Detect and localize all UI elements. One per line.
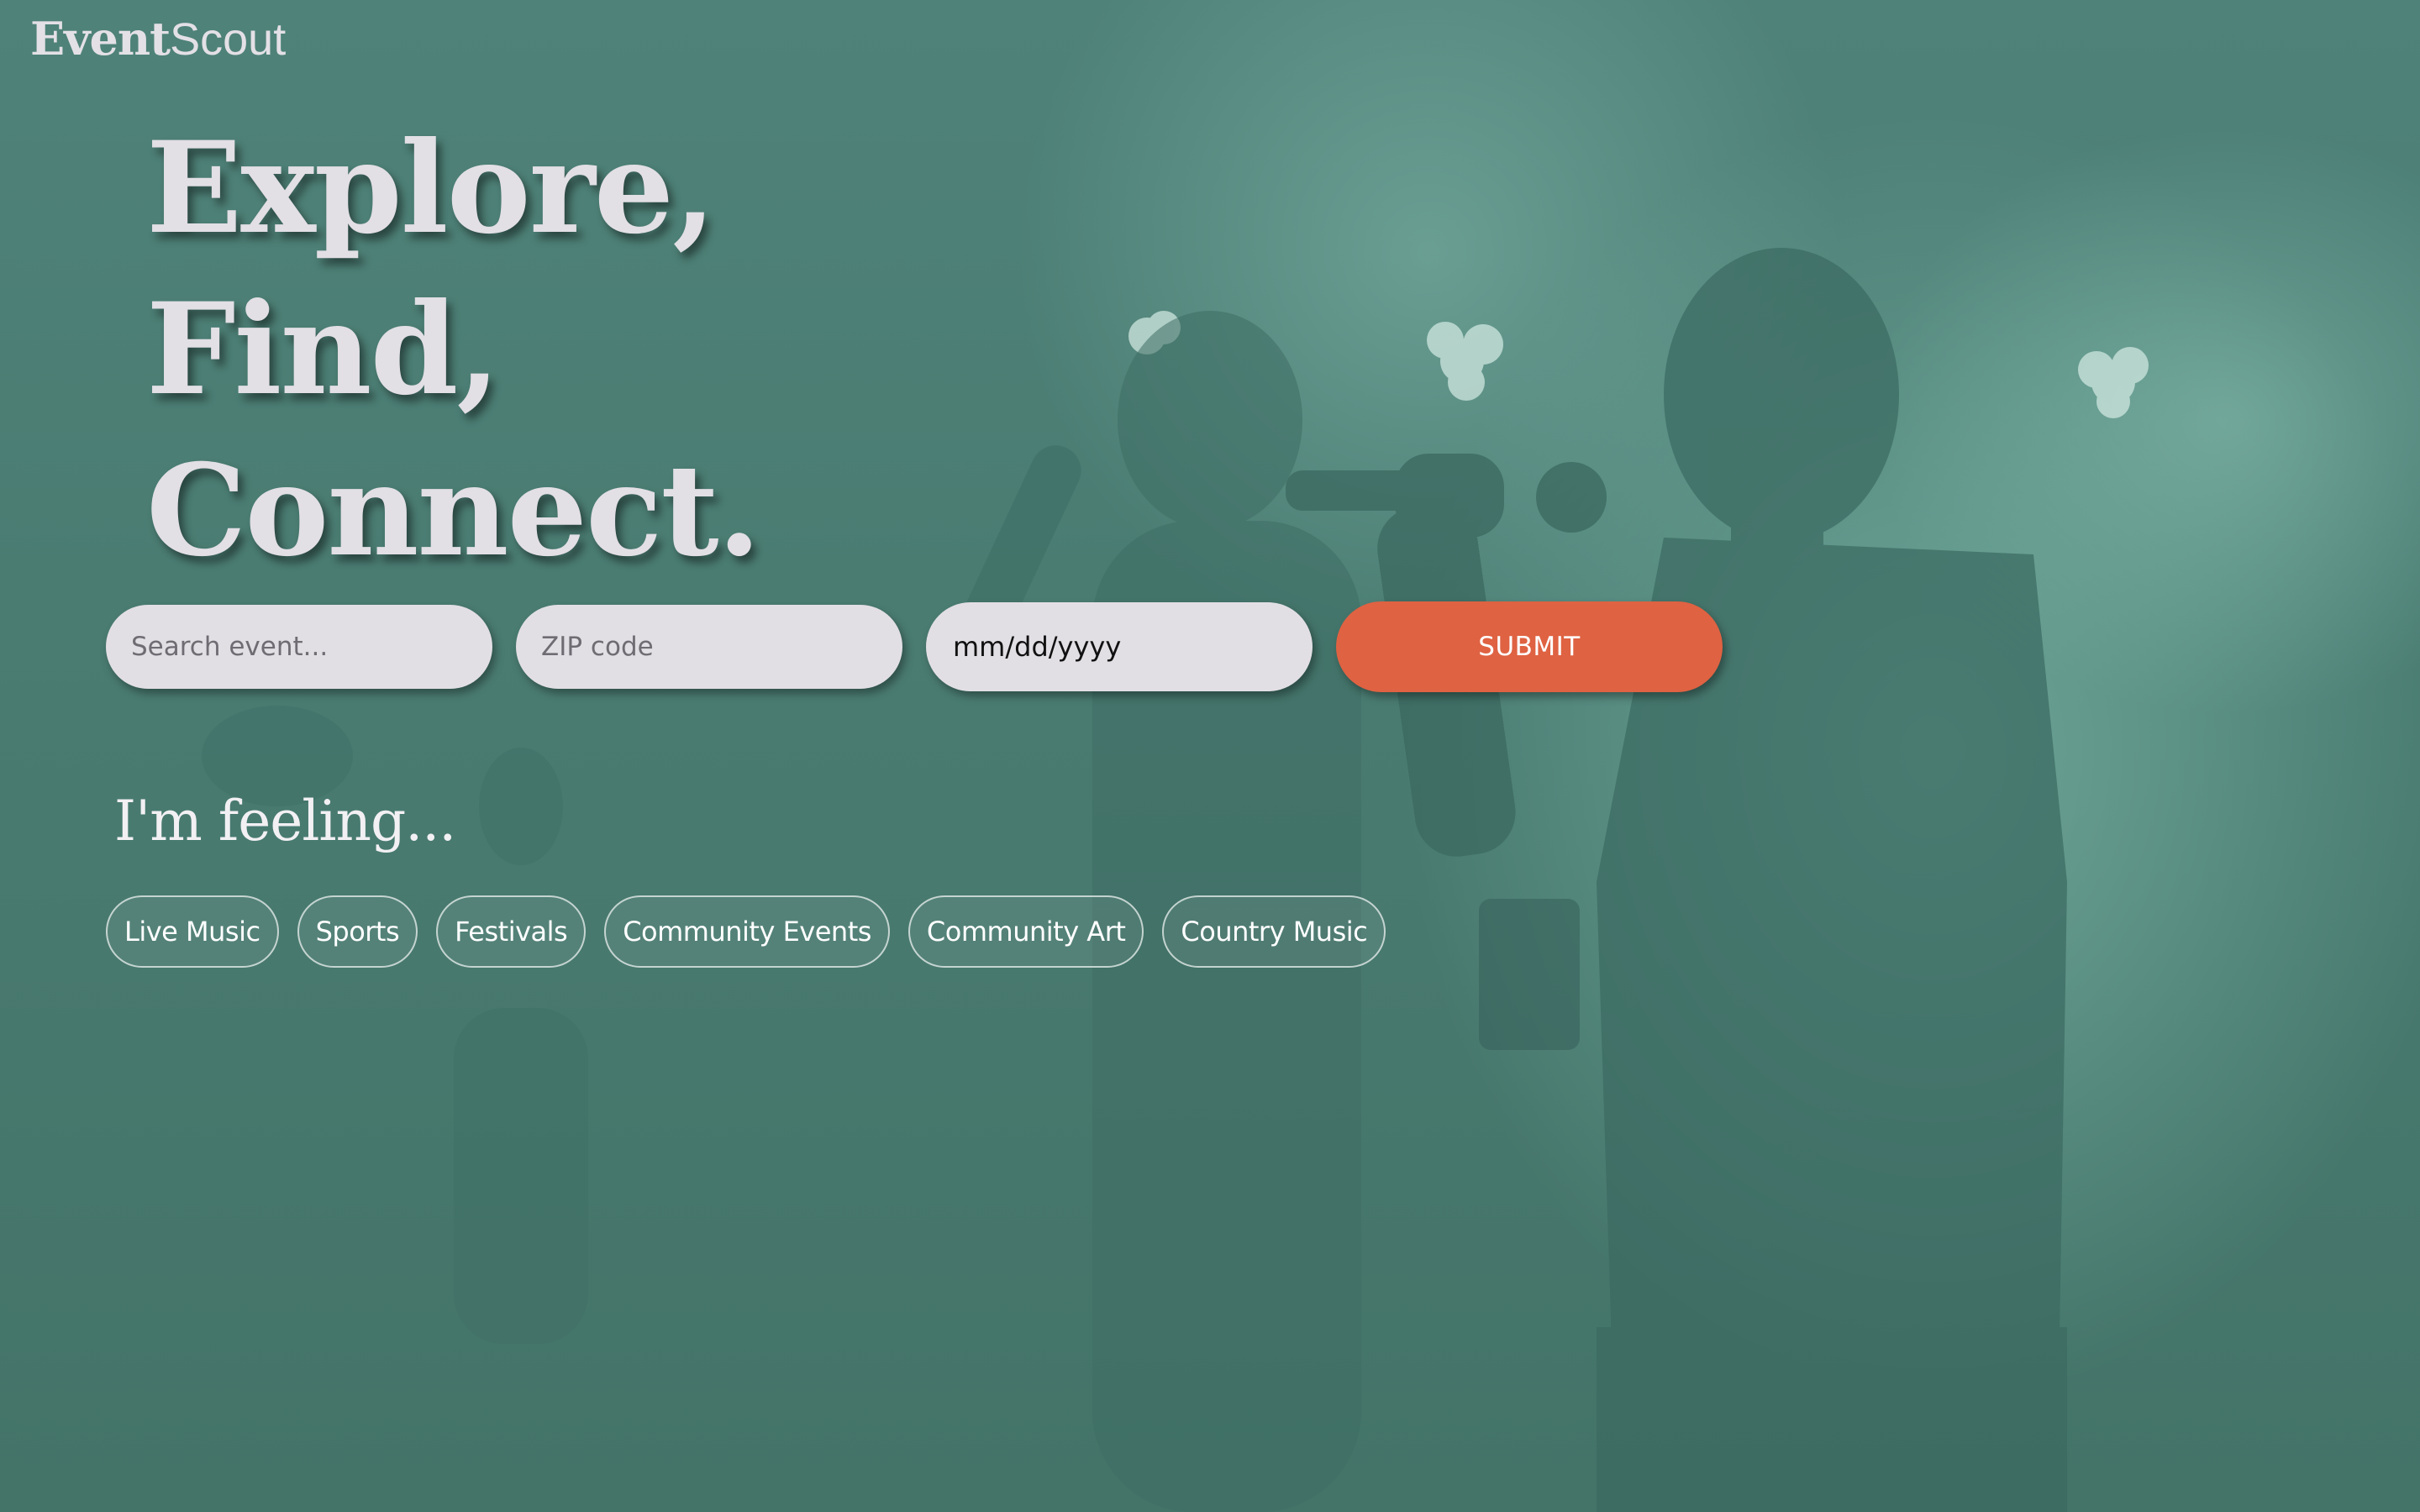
search-event-input[interactable] — [106, 605, 492, 689]
date-input-placeholder: mm/dd/yyyy — [953, 631, 1122, 663]
hero-heading: Explore, Find, Connect. — [146, 108, 761, 591]
hero-line-find: Find, — [146, 276, 501, 423]
chip-live-music[interactable]: Live Music — [106, 895, 279, 968]
zip-code-input[interactable] — [516, 605, 902, 689]
brand-name-bold: Event — [30, 12, 171, 66]
feeling-title: I'm feeling... — [114, 789, 456, 853]
chip-festivals[interactable]: Festivals — [436, 895, 587, 968]
brand-name-light: Scout — [170, 14, 287, 65]
feeling-chip-list: Live Music Sports Festivals Community Ev… — [106, 895, 1386, 968]
chip-sports[interactable]: Sports — [297, 895, 418, 968]
hero-line-connect: Connect. — [146, 437, 761, 585]
chip-community-events[interactable]: Community Events — [604, 895, 890, 968]
brand-logo[interactable]: EventScout — [30, 12, 286, 66]
chip-community-art[interactable]: Community Art — [908, 895, 1144, 968]
date-input[interactable]: mm/dd/yyyy — [926, 602, 1313, 691]
search-form: mm/dd/yyyy SUBMIT — [106, 601, 1723, 692]
chip-country-music[interactable]: Country Music — [1162, 895, 1386, 968]
submit-button[interactable]: SUBMIT — [1336, 601, 1723, 692]
hero-line-explore: Explore, — [146, 114, 716, 262]
